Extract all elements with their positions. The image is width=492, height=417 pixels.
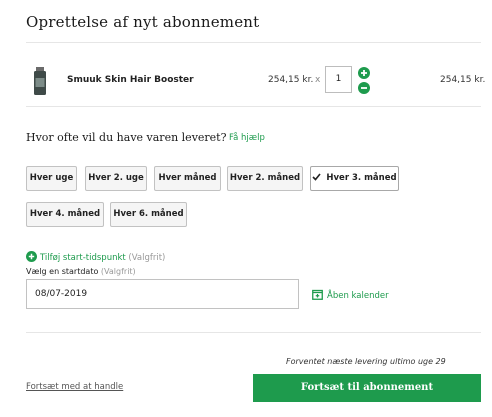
plus-icon (361, 70, 367, 76)
increase-quantity-button[interactable] (358, 67, 370, 79)
unit-price: 254,15 kr. (268, 75, 314, 85)
calendar-plus-icon (312, 289, 323, 300)
product-name: Smuuk Skin Hair Booster (67, 75, 194, 85)
checkmark-icon (312, 173, 322, 181)
line-total: 254,15 kr. (440, 75, 486, 85)
quantity-input[interactable]: 1 (325, 66, 352, 93)
times-sign: x (315, 75, 321, 85)
frequency-option-monthly[interactable]: Hver måned (154, 166, 221, 191)
start-date-label: Vælg en startdato (Valgfrit) (26, 267, 136, 276)
open-calendar-button[interactable]: Åben kalender (312, 289, 389, 301)
add-start-time-link[interactable]: Tilføj start-tidspunkt (Valgfrit) (26, 251, 165, 263)
frequency-option-2-weeks[interactable]: Hver 2. uge (85, 166, 147, 191)
frequency-question: Hvor ofte vil du have varen leveret? (26, 131, 227, 144)
divider (26, 332, 481, 333)
minus-icon (361, 87, 367, 89)
start-date-label-text: Vælg en startdato (26, 267, 99, 276)
continue-shopping-link[interactable]: Fortsæt med at handle (26, 382, 123, 392)
frequency-option-weekly[interactable]: Hver uge (26, 166, 77, 191)
frequency-option-6-months[interactable]: Hver 6. måned (110, 202, 187, 227)
supplement-bottle-icon (34, 67, 46, 95)
optional-hint: (Valgfrit) (128, 253, 166, 263)
start-date-input[interactable]: 08/07-2019 (26, 279, 299, 309)
page-title: Oprettelse af nyt abonnement (26, 13, 260, 31)
frequency-option-4-months[interactable]: Hver 4. måned (26, 202, 104, 227)
continue-to-subscription-button[interactable]: Fortsæt til abonnement (253, 374, 481, 402)
divider (26, 42, 481, 43)
add-start-time-label: Tilføj start-tidspunkt (40, 253, 126, 263)
open-calendar-label: Åben kalender (327, 291, 389, 301)
help-link[interactable]: Få hjælp (229, 133, 265, 143)
next-delivery-note: Forventet næste levering ultimo uge 29 (286, 357, 446, 366)
frequency-option-label: Hver 3. måned (326, 173, 397, 183)
divider (26, 106, 481, 107)
frequency-option-2-months[interactable]: Hver 2. måned (227, 166, 303, 191)
decrease-quantity-button[interactable] (358, 82, 370, 94)
plus-circle-icon (26, 251, 37, 262)
frequency-option-3-months[interactable]: Hver 3. måned (310, 166, 399, 191)
optional-hint: (Valgfrit) (100, 267, 136, 276)
